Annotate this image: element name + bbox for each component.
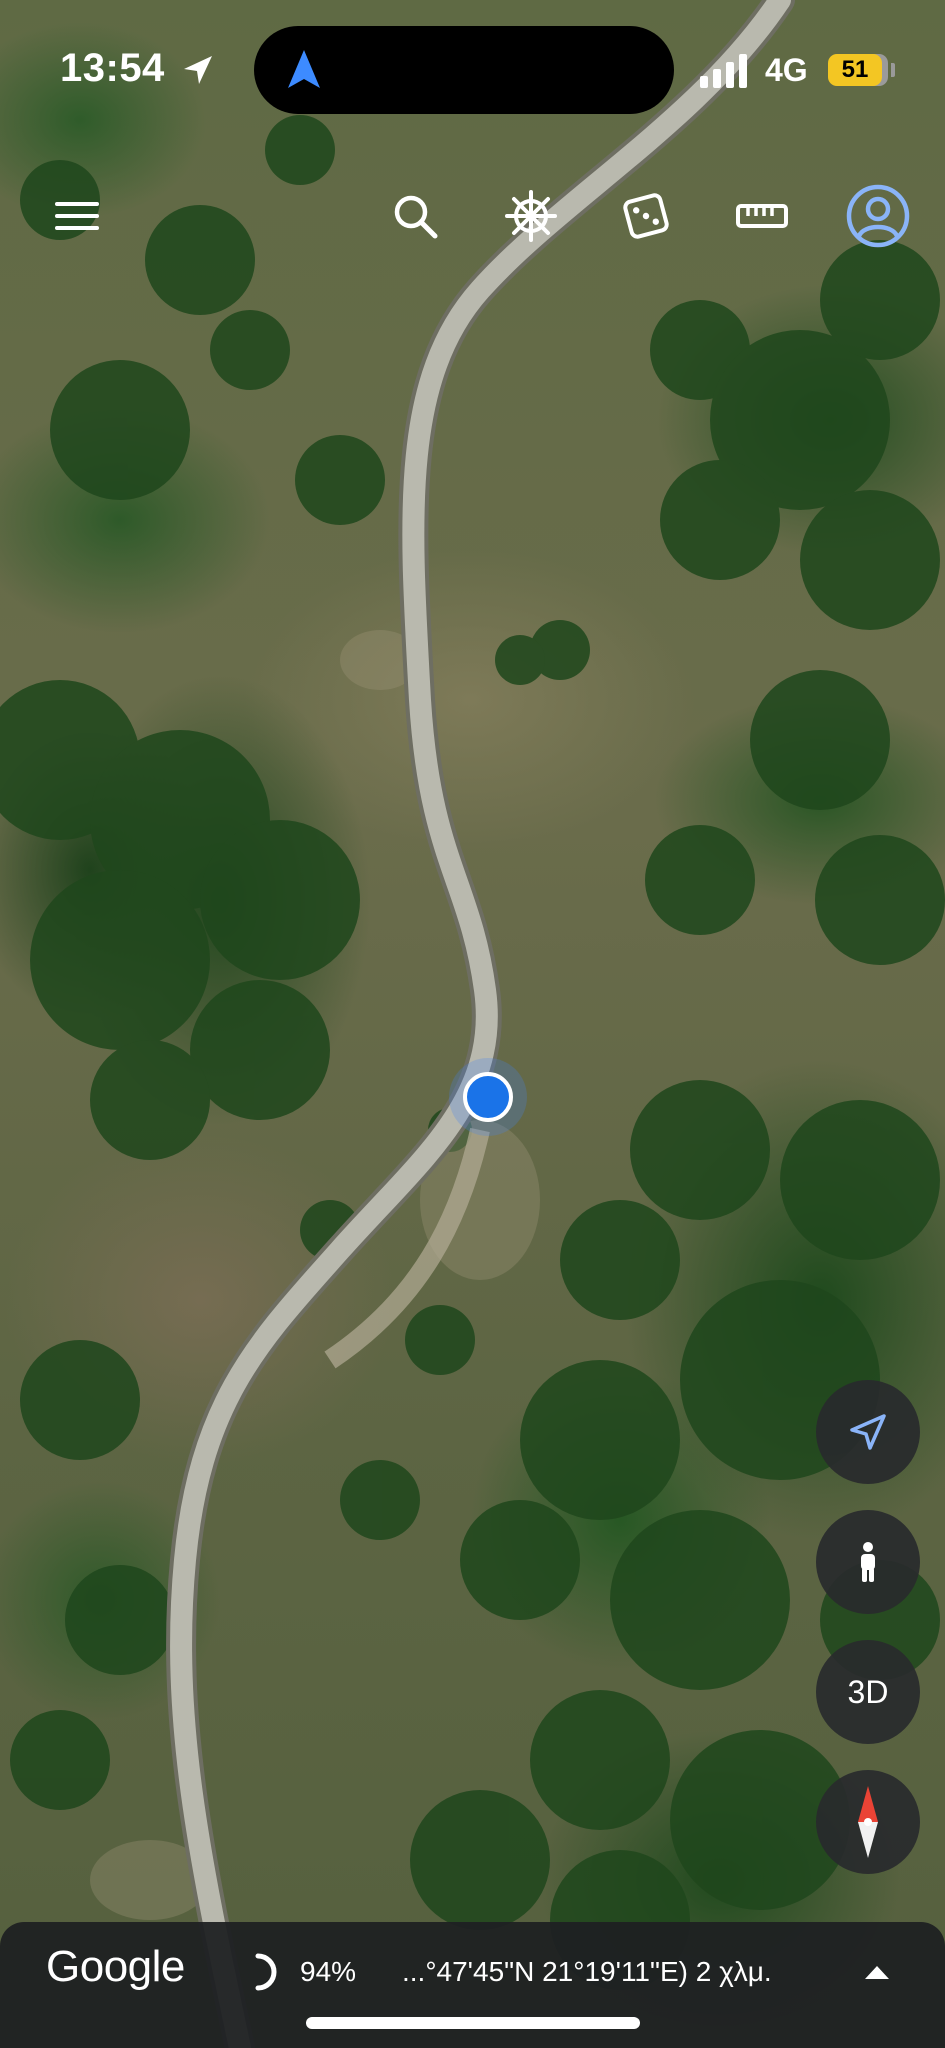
- account-circle-icon: [846, 184, 910, 248]
- street-view-button[interactable]: [816, 1510, 920, 1614]
- map-imagery: [0, 0, 945, 2048]
- compass-icon: [858, 1786, 878, 1858]
- feeling-lucky-button[interactable]: [610, 180, 682, 252]
- satellite-map[interactable]: [0, 0, 945, 2048]
- dice-icon: [623, 193, 669, 239]
- navigation-arrow-icon: [288, 50, 320, 88]
- current-location-marker: [463, 1072, 513, 1122]
- location-arrow-icon: [184, 56, 212, 84]
- google-logo: Google: [46, 1942, 185, 1991]
- status-time: 13:54: [60, 46, 165, 90]
- account-button[interactable]: [842, 180, 914, 252]
- view-mode-button[interactable]: 3D: [816, 1640, 920, 1744]
- compass-button[interactable]: [816, 1770, 920, 1874]
- bottom-info-bar: Google 94% ...°47'45"N 21°19'11"E) 2 χλμ…: [0, 1922, 945, 2048]
- loading-percent: 94%: [300, 1956, 357, 1987]
- network-type: 4G: [765, 52, 808, 88]
- search-icon: [394, 195, 438, 239]
- ship-wheel-icon: [505, 190, 557, 242]
- search-button[interactable]: [379, 180, 451, 252]
- status-bar: 13:54 4G 51: [0, 0, 945, 140]
- voyager-button[interactable]: [495, 180, 567, 252]
- menu-icon: [55, 202, 99, 230]
- loading-spinner-icon: [255, 1953, 277, 1991]
- menu-button[interactable]: [41, 180, 113, 252]
- battery-level: 51: [828, 54, 882, 86]
- my-location-button[interactable]: [816, 1380, 920, 1484]
- dynamic-island: [254, 26, 674, 114]
- pegman-icon: [861, 1542, 875, 1582]
- coordinates-readout: ...°47'45"N 21°19'11"E) 2 χλμ.: [402, 1956, 772, 1987]
- battery-tip: [891, 63, 895, 77]
- ruler-icon: [736, 204, 788, 228]
- chevron-up-icon[interactable]: [862, 1962, 892, 1982]
- home-indicator[interactable]: [306, 2017, 640, 2029]
- measure-button[interactable]: [726, 180, 798, 252]
- cellular-signal-icon: [700, 54, 747, 88]
- navigation-arrow-icon: [850, 1414, 886, 1450]
